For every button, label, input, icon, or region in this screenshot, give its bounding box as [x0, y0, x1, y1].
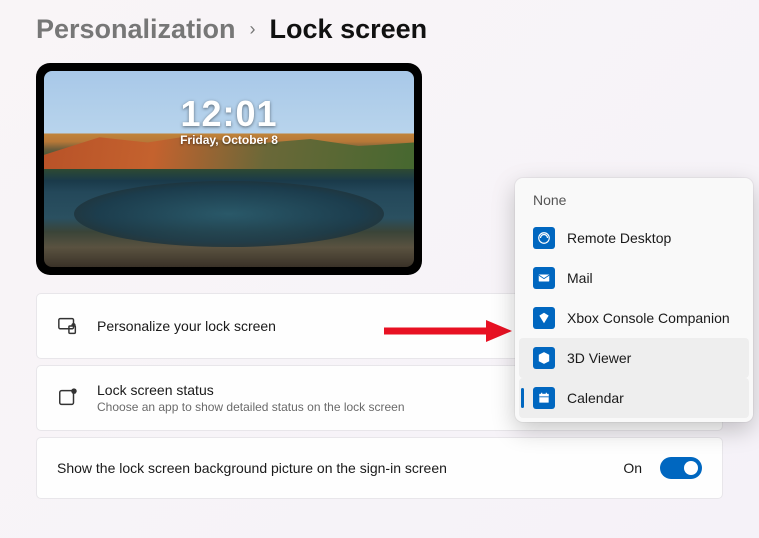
dropdown-item-calendar[interactable]: Calendar — [519, 378, 749, 418]
breadcrumb-current: Lock screen — [270, 14, 428, 45]
lock-screen-preview: 12:01 Friday, October 8 — [36, 63, 422, 275]
preview-clock: 12:01 — [180, 93, 277, 135]
chevron-right-icon: › — [250, 19, 256, 40]
toggle-state-label: On — [623, 460, 642, 476]
cube-icon — [533, 347, 555, 369]
show-bg-toggle[interactable] — [660, 457, 702, 479]
dropdown-item-mail[interactable]: Mail — [519, 258, 749, 298]
dropdown-item-label: Calendar — [567, 390, 624, 406]
dropdown-item-label: 3D Viewer — [567, 350, 631, 366]
breadcrumb-parent[interactable]: Personalization — [36, 14, 236, 45]
dropdown-item-remote-desktop[interactable]: Remote Desktop — [519, 218, 749, 258]
annotation-arrow — [382, 318, 512, 344]
preview-date: Friday, October 8 — [180, 133, 278, 147]
status-app-icon — [57, 387, 79, 409]
status-app-dropdown[interactable]: None Remote Desktop Mail Xbox Console Co… — [515, 178, 753, 422]
show-bg-picture-row: Show the lock screen background picture … — [36, 437, 723, 499]
xbox-icon — [533, 307, 555, 329]
dropdown-item-label: Remote Desktop — [567, 230, 671, 246]
breadcrumb: Personalization › Lock screen — [0, 0, 759, 45]
remote-desktop-icon — [533, 227, 555, 249]
dropdown-item-label: Xbox Console Companion — [567, 310, 730, 326]
dropdown-item-label: Mail — [567, 270, 593, 286]
mail-icon — [533, 267, 555, 289]
status-title: Lock screen status — [97, 382, 405, 398]
dropdown-item-none[interactable]: None — [519, 182, 749, 218]
dropdown-item-xbox[interactable]: Xbox Console Companion — [519, 298, 749, 338]
personalize-icon — [57, 315, 79, 337]
calendar-icon — [533, 387, 555, 409]
personalize-title: Personalize your lock screen — [97, 318, 276, 334]
dropdown-item-3d-viewer[interactable]: 3D Viewer — [519, 338, 749, 378]
show-bg-title: Show the lock screen background picture … — [57, 460, 447, 476]
status-subtitle: Choose an app to show detailed status on… — [97, 400, 405, 414]
lock-screen-preview-image: 12:01 Friday, October 8 — [44, 71, 414, 267]
